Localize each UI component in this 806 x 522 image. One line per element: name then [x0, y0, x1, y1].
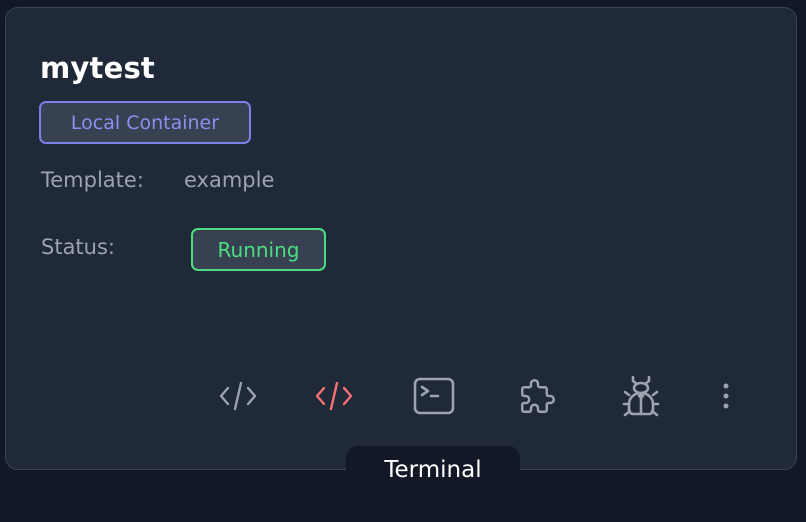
puzzle-icon [521, 379, 555, 413]
type-badge: Local Container [39, 101, 251, 144]
code-editor-button[interactable] [212, 370, 264, 422]
template-label: Template: [41, 168, 144, 192]
debug-button[interactable] [615, 370, 667, 422]
code-icon [315, 381, 353, 411]
more-vertical-icon [723, 383, 729, 409]
extensions-button[interactable] [512, 370, 564, 422]
code-icon [219, 381, 257, 411]
more-options-button[interactable] [700, 370, 752, 422]
status-label: Status: [41, 235, 115, 259]
status-badge: Running [191, 228, 326, 271]
workspace-title: mytest [40, 51, 155, 85]
terminal-tooltip: Terminal [346, 446, 520, 506]
terminal-icon [413, 377, 455, 415]
workspace-card: mytest Local Container Template: example… [5, 7, 797, 470]
code-editor-alt-button[interactable] [308, 370, 360, 422]
template-value: example [184, 168, 275, 192]
terminal-button[interactable] [408, 370, 460, 422]
bug-icon [622, 375, 660, 417]
